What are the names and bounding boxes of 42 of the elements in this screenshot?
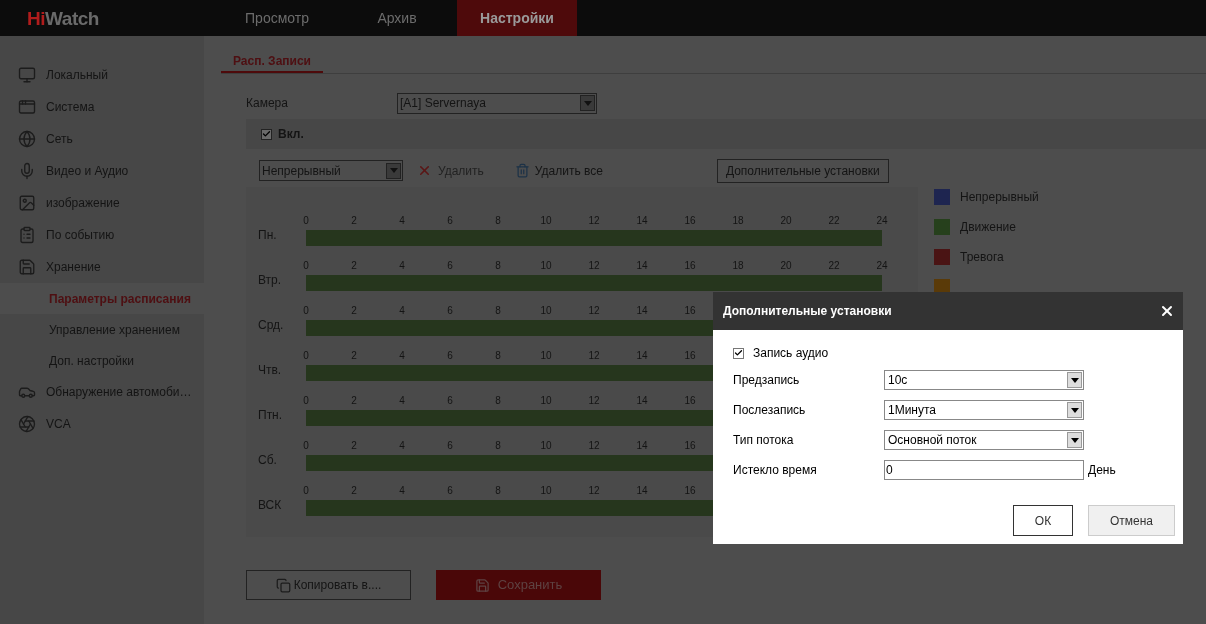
aperture-icon — [18, 415, 36, 433]
checkbox[interactable] — [733, 347, 744, 359]
dropdown-field[interactable]: Основной поток — [884, 430, 1084, 450]
list-icon — [18, 226, 36, 244]
field-label: Тип потока — [733, 432, 795, 449]
checkbox[interactable] — [261, 128, 272, 140]
dropdown-field[interactable]: 1Минута — [884, 400, 1084, 420]
image-icon — [18, 194, 36, 212]
globe-icon — [18, 130, 36, 148]
legend-label: Движение — [960, 219, 1016, 236]
camera-select[interactable]: [A1] Servernaya — [397, 92, 597, 114]
microphone-icon — [18, 162, 36, 180]
unit-label: День — [1088, 462, 1116, 479]
ok-button[interactable]: ОК — [1013, 505, 1073, 536]
advanced-settings-button[interactable]: Дополнительные установки — [716, 158, 889, 183]
sidebar-item[interactable]: Параметры расписания — [0, 283, 204, 314]
audio-label: Запись аудио — [753, 345, 829, 362]
logo: HiWatch — [27, 8, 100, 28]
cross-icon — [417, 163, 432, 178]
monitor-icon — [18, 66, 36, 84]
nav-tab[interactable]: Архив — [337, 0, 457, 36]
copy-icon — [275, 577, 291, 593]
save-button[interactable]: Сохранить — [436, 570, 601, 600]
copy-button[interactable]: Копировать в.... — [246, 570, 411, 600]
mode-select[interactable]: Непрерывный — [259, 160, 403, 181]
dropdown-field[interactable]: 10с — [884, 370, 1084, 390]
window-icon — [18, 98, 36, 116]
nav-tab[interactable]: Настройки — [457, 0, 577, 36]
close-icon[interactable] — [1159, 303, 1175, 319]
nav-tab[interactable]: Просмотр — [217, 0, 337, 36]
delete-all-button[interactable]: Удалить все — [514, 161, 603, 180]
cancel-button[interactable]: Отмена — [1088, 505, 1175, 536]
dialog-title: Дополнительные установки — [723, 303, 892, 320]
field-label: Послезапись — [733, 402, 807, 419]
field-label: Истекло время — [733, 462, 818, 479]
tab[interactable]: Расп. Записи — [221, 51, 323, 73]
legend-label: Непрерывный — [960, 189, 1039, 206]
trash-icon — [514, 163, 530, 178]
legend-label: Тревога — [960, 249, 1004, 266]
input-field[interactable]: 0 — [884, 460, 1084, 480]
field-label: Предзапись — [733, 372, 801, 389]
camera-label: Камера — [246, 95, 289, 112]
